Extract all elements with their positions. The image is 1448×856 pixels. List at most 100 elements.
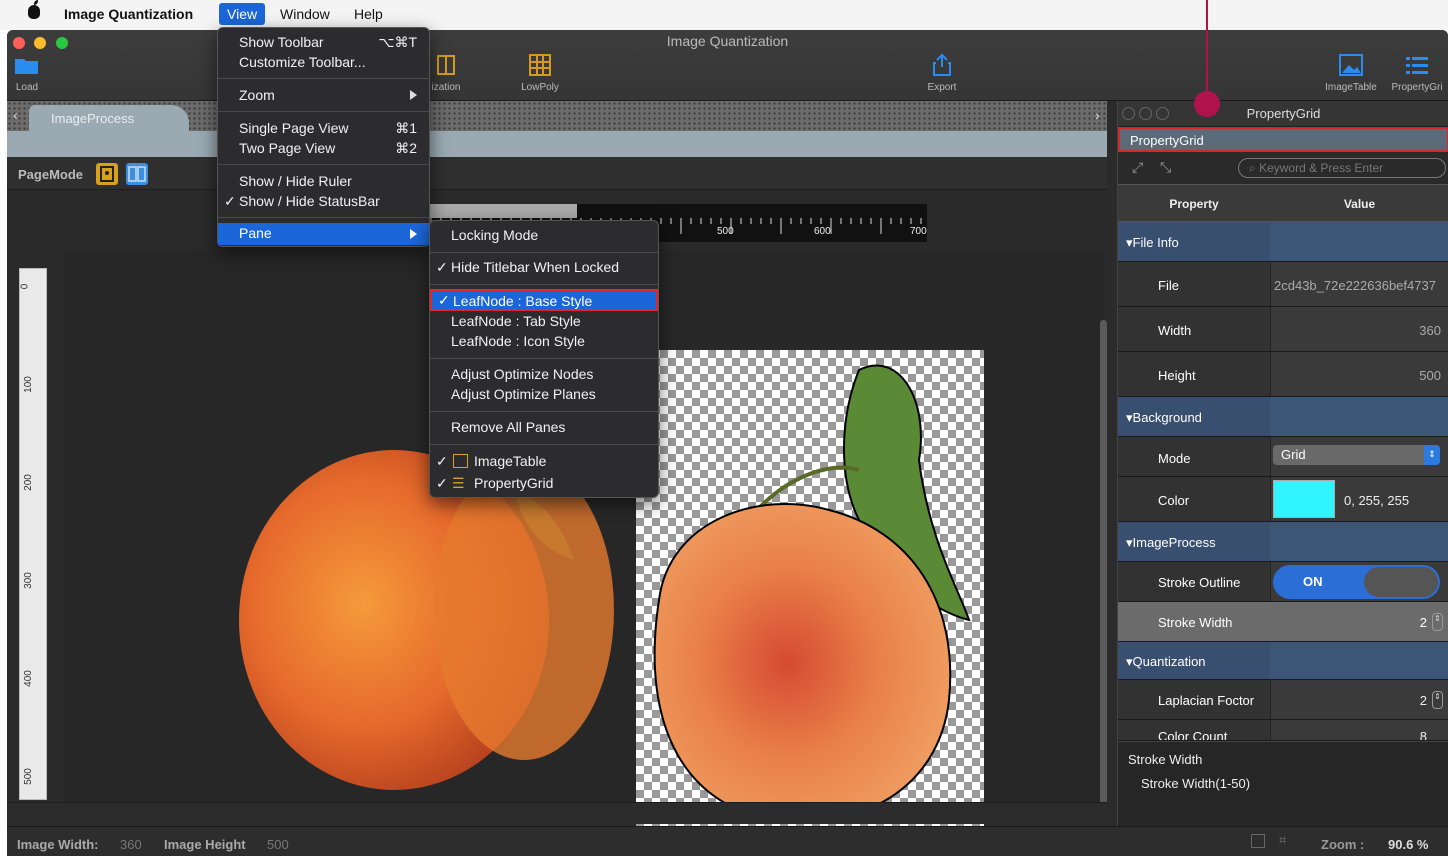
menu-item-two-page[interactable]: Two Page View ⌘2 bbox=[218, 140, 429, 160]
row-height-key: Height bbox=[1158, 368, 1196, 383]
panel-zoom-button[interactable] bbox=[1156, 107, 1169, 120]
image-icon bbox=[453, 454, 468, 468]
menu-item-leaf-base-style[interactable]: ✓ LeafNode : Base Style bbox=[430, 289, 658, 311]
row-file[interactable]: File 2cd43b_72e222636bef4737 bbox=[1118, 262, 1448, 307]
vertical-ruler: 0 100 200 300 400 500 bbox=[19, 268, 47, 800]
menu-help[interactable]: Help bbox=[354, 6, 383, 22]
row-mode[interactable]: Mode Grid ⇕ bbox=[1118, 437, 1448, 477]
export-button[interactable]: Export bbox=[917, 52, 967, 93]
row-width[interactable]: Width 360 bbox=[1118, 307, 1448, 352]
checkmark-icon: ✓ bbox=[438, 292, 450, 308]
propertygrid-button[interactable]: PropertyGri bbox=[1387, 52, 1447, 93]
load-label: Load bbox=[15, 82, 39, 93]
panel-close-button[interactable] bbox=[1122, 107, 1135, 120]
lowpoly-button[interactable]: LowPoly bbox=[515, 52, 565, 93]
menu-view[interactable]: View bbox=[219, 3, 266, 25]
menu-item-single-page[interactable]: Single Page View ⌘1 bbox=[218, 120, 429, 140]
menu-item-customize-toolbar[interactable]: Customize Toolbar... bbox=[218, 54, 429, 74]
color-swatch[interactable] bbox=[1273, 480, 1335, 518]
ruler-v-label: 0 bbox=[19, 283, 31, 290]
mode-select-value: Grid bbox=[1281, 447, 1306, 462]
menu-app-name[interactable]: Image Quantization bbox=[64, 6, 193, 22]
stepper-icon[interactable]: ⇕ bbox=[1432, 613, 1443, 631]
menu-separator bbox=[218, 164, 429, 165]
menu-item-propertygrid[interactable]: ✓ ☰ PropertyGrid bbox=[430, 475, 658, 495]
two-page-icon[interactable] bbox=[126, 163, 148, 185]
menu-item-show-statusbar[interactable]: ✓ Show / Hide StatusBar bbox=[218, 193, 429, 213]
menu-window[interactable]: Window bbox=[280, 6, 330, 22]
row-stroke-outline[interactable]: Stroke Outline ON bbox=[1118, 562, 1448, 602]
tab-scroll-right-icon[interactable]: › bbox=[1095, 107, 1100, 123]
row-color-value: 0, 255, 255 bbox=[1344, 493, 1410, 508]
row-stroke-width-key: Stroke Width bbox=[1158, 615, 1233, 630]
panel-tab-propertygrid[interactable]: PropertyGrid bbox=[1118, 127, 1448, 152]
ruler-v-label: 500 bbox=[22, 768, 34, 785]
row-height-value: 500 bbox=[1419, 368, 1441, 383]
menu-separator bbox=[430, 252, 658, 253]
expand-all-icon[interactable]: ⤢ bbox=[1132, 159, 1143, 176]
lowpoly-label: LowPoly bbox=[521, 82, 559, 93]
single-page-icon[interactable] bbox=[96, 163, 118, 185]
panel-title-bar: PropertyGrid bbox=[1118, 101, 1448, 126]
col-property: Property bbox=[1169, 197, 1219, 211]
submenu-arrow-icon bbox=[410, 229, 417, 239]
tab-strip: ‹ ImageProcess › bbox=[7, 101, 1107, 131]
row-height[interactable]: Height 500 bbox=[1118, 352, 1448, 397]
menu-item-show-toolbar[interactable]: Show Toolbar ⌥⌘T bbox=[218, 34, 429, 54]
menu-item-imagetable[interactable]: ✓ ImageTable bbox=[430, 453, 658, 473]
menu-item-adjust-planes[interactable]: Adjust Optimize Planes bbox=[430, 386, 658, 406]
description-text: Stroke Width(1-50) bbox=[1141, 776, 1251, 791]
section-file-info[interactable]: ▾File Info bbox=[1118, 222, 1448, 262]
menu-item-leaf-tab-style[interactable]: LeafNode : Tab Style bbox=[430, 313, 658, 333]
ruler-v-label: 300 bbox=[22, 572, 34, 589]
horizontal-scrollbar[interactable] bbox=[7, 802, 1107, 824]
menu-separator bbox=[218, 217, 429, 218]
grid-header: Property Value bbox=[1118, 184, 1448, 222]
checkmark-icon: ✓ bbox=[436, 475, 448, 491]
fit-page-icon[interactable] bbox=[1251, 834, 1265, 848]
section-background[interactable]: ▾Background bbox=[1118, 397, 1448, 437]
menu-item-pane[interactable]: Pane bbox=[218, 223, 429, 245]
zoom-value[interactable]: 90.6 % bbox=[1388, 837, 1428, 852]
menu-item-remove-all-panes[interactable]: Remove All Panes bbox=[430, 419, 658, 439]
load-button[interactable]: Load bbox=[11, 52, 43, 93]
actual-size-icon[interactable]: ⌗ bbox=[1279, 832, 1286, 848]
panel-toolbar: ⤢ ⤡ ⌕ Keyword & Press Enter bbox=[1118, 152, 1448, 184]
row-color-count-key: Color Count bbox=[1158, 729, 1228, 741]
menu-item-adjust-nodes[interactable]: Adjust Optimize Nodes bbox=[430, 366, 658, 386]
vertical-scrollbar[interactable] bbox=[1100, 320, 1107, 810]
row-color[interactable]: Color 0, 255, 255 bbox=[1118, 477, 1448, 522]
apple-icon[interactable] bbox=[28, 0, 40, 19]
menu-item-zoom[interactable]: Zoom bbox=[218, 87, 429, 107]
stepper-icon[interactable]: ⇕ bbox=[1432, 691, 1443, 709]
row-laplacian[interactable]: Laplacian Foctor 2 ⇕ bbox=[1118, 680, 1448, 720]
menu-item-show-ruler[interactable]: Show / Hide Ruler bbox=[218, 173, 429, 193]
collapse-all-icon[interactable]: ⤡ bbox=[1160, 159, 1171, 176]
menu-item-leaf-icon-style[interactable]: LeafNode : Icon Style bbox=[430, 333, 658, 353]
tab-scroll-left-icon[interactable]: ‹ bbox=[13, 107, 18, 123]
annotation-line bbox=[1206, 0, 1208, 94]
section-file-info-label: ▾File Info bbox=[1126, 235, 1179, 250]
search-input[interactable]: ⌕ Keyword & Press Enter bbox=[1238, 158, 1446, 178]
menu-separator bbox=[218, 78, 429, 79]
grid-icon bbox=[526, 52, 554, 78]
pagemode-label: PageMode bbox=[18, 167, 84, 182]
menu-item-locking-mode[interactable]: Locking Mode bbox=[430, 227, 658, 247]
menu-separator bbox=[218, 111, 429, 112]
section-quantization-label: ▾Quantization bbox=[1126, 654, 1206, 669]
row-stroke-width[interactable]: Stroke Width 2 ⇕ bbox=[1118, 602, 1448, 642]
mode-select[interactable]: Grid ⇕ bbox=[1273, 445, 1440, 465]
menu-item-hide-titlebar[interactable]: ✓ Hide Titlebar When Locked bbox=[430, 259, 658, 279]
zoom-label: Zoom : bbox=[1321, 837, 1365, 852]
menu-bar: Image Quantization View Window Help bbox=[0, 0, 1448, 30]
row-color-count[interactable]: Color Count 8 bbox=[1118, 720, 1448, 741]
menu-separator bbox=[430, 358, 658, 359]
stroke-outline-toggle[interactable]: ON bbox=[1273, 565, 1440, 599]
menu-separator bbox=[430, 444, 658, 445]
section-image-process[interactable]: ▾ImageProcess bbox=[1118, 522, 1448, 562]
imagetable-button[interactable]: ImageTable bbox=[1319, 52, 1383, 93]
section-quantization[interactable]: ▾Quantization bbox=[1118, 642, 1448, 680]
panel-minimize-button[interactable] bbox=[1139, 107, 1152, 120]
tab-imageprocess[interactable]: ImageProcess bbox=[29, 105, 189, 131]
status-bar: Image Width: 360 Image Height 500 ⌗ Zoom… bbox=[7, 826, 1448, 856]
